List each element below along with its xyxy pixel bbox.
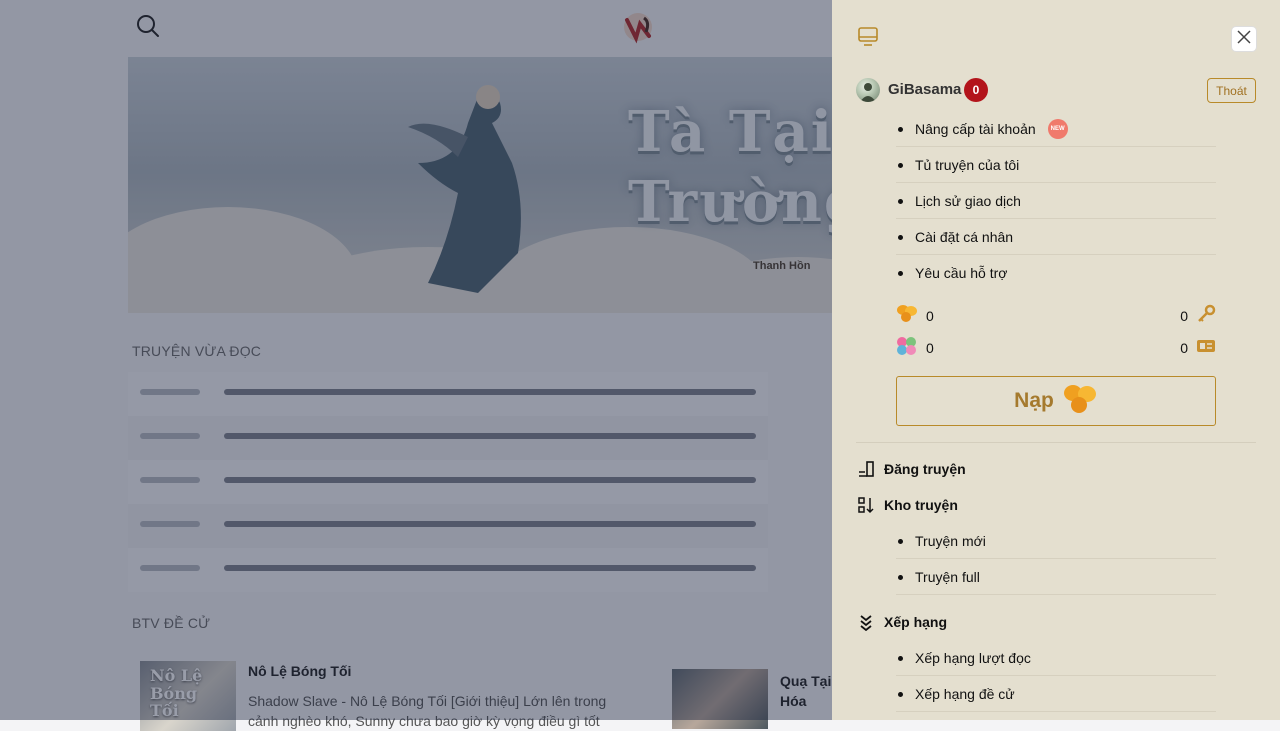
flower-balance: 0 [896, 304, 934, 327]
menu-item-bookshelf[interactable]: Tủ truyện của tôi [896, 147, 1216, 183]
menu-item-settings[interactable]: Cài đặt cá nhân [896, 219, 1216, 255]
logout-button[interactable]: Thoát [1207, 78, 1256, 103]
library-menu: Truyện mới Truyện full [896, 523, 1216, 595]
menu-item-upgrade[interactable]: Nâng cấp tài khoản NEW [896, 111, 1216, 147]
upload-story-link[interactable]: Đăng truyện [856, 459, 966, 479]
account-menu: Nâng cấp tài khoản NEW Tủ truyện của tôi … [896, 111, 1216, 291]
menu-item-rank-nominations[interactable]: Xếp hạng đề cử [896, 676, 1216, 712]
menu-item-rank-reads[interactable]: Xếp hạng lượt đọc [896, 640, 1216, 676]
notification-badge[interactable]: 0 [964, 78, 988, 102]
username[interactable]: GiBasama [888, 81, 961, 98]
ticket-icon [1196, 336, 1216, 359]
menu-item-full-stories[interactable]: Truyện full [896, 559, 1216, 595]
menu-item-support[interactable]: Yêu cầu hỗ trợ [896, 255, 1216, 291]
user-row: GiBasama 0 Thoát [856, 78, 1256, 103]
topup-button[interactable]: Nạp [896, 376, 1216, 426]
rank-icon [856, 612, 876, 632]
candy-icon [896, 336, 918, 359]
flower-icon [896, 304, 918, 327]
upload-icon [856, 459, 876, 479]
flower-icon [1062, 382, 1098, 421]
monitor-icon[interactable] [857, 26, 879, 48]
ticket-balance: 0 [1180, 336, 1216, 359]
library-link[interactable]: Kho truyện [856, 495, 958, 515]
avatar[interactable] [856, 78, 880, 102]
key-icon [1196, 304, 1216, 327]
menu-item-new-stories[interactable]: Truyện mới [896, 523, 1216, 559]
balance-row-1: 0 0 [896, 304, 1216, 324]
key-balance: 0 [1180, 304, 1216, 327]
modal-overlay[interactable] [0, 0, 832, 720]
ranking-link[interactable]: Xếp hạng [856, 612, 947, 632]
menu-item-transactions[interactable]: Lịch sử giao dịch [896, 183, 1216, 219]
candy-balance: 0 [896, 336, 934, 359]
balance-row-2: 0 0 [896, 336, 1216, 356]
sort-icon [856, 495, 876, 515]
close-icon [1236, 29, 1252, 50]
divider [856, 442, 1256, 443]
ranking-menu: Xếp hạng lượt đọc Xếp hạng đề cử [896, 640, 1216, 712]
new-badge: NEW [1047, 118, 1068, 139]
close-button[interactable] [1232, 27, 1256, 51]
